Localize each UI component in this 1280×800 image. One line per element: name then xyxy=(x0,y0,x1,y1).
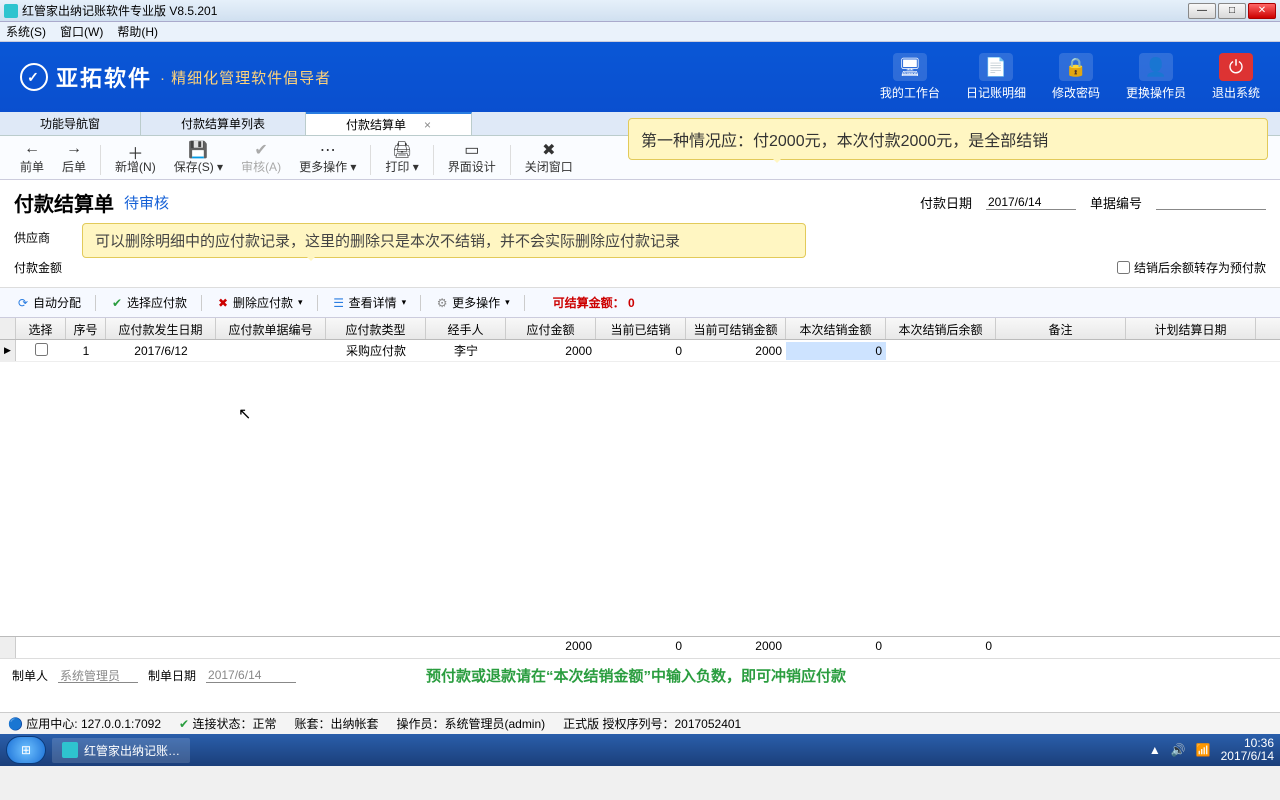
toolbar-icon: 🖨 xyxy=(392,140,412,158)
menubar: 系统(S) 窗口(W) 帮助(H) xyxy=(0,22,1280,42)
toolbar-icon: ✔ xyxy=(254,140,267,158)
delete-payable-button[interactable]: ✖删除应付款▾ xyxy=(210,292,309,313)
brand-slogan: · 精细化管理软件倡导者 xyxy=(160,67,331,88)
brand-logo: ✓ 亚拓软件 · 精细化管理软件倡导者 xyxy=(20,61,331,93)
select-payable-button[interactable]: ✔选择应付款 xyxy=(104,292,193,313)
pay-amount-label: 付款金额 xyxy=(14,259,62,276)
menu-system[interactable]: 系统(S) xyxy=(6,23,46,40)
more-actions-button[interactable]: ⚙更多操作▾ xyxy=(429,292,516,313)
header-icon: 👤 xyxy=(1139,53,1173,81)
minimize-button[interactable]: — xyxy=(1188,3,1216,19)
row-select-checkbox[interactable] xyxy=(35,343,48,356)
status-badge: 待审核 xyxy=(124,192,169,213)
toolbar-icon: 💾 xyxy=(188,140,208,158)
tab-1[interactable]: 付款结算单列表 xyxy=(141,112,306,135)
toolbar-打印[interactable]: 🖨打印 ▾ xyxy=(377,140,426,175)
taskbar-clock[interactable]: 10:36 2017/6/14 xyxy=(1221,737,1274,763)
doc-no-label: 单据编号 xyxy=(1090,193,1142,212)
tray-icon[interactable]: ▲ xyxy=(1149,743,1161,757)
header-button-1[interactable]: 📄日记账明细 xyxy=(966,53,1026,101)
header-icon: 📄 xyxy=(979,53,1013,81)
carry-balance-label: 结销后余额转存为预付款 xyxy=(1134,259,1266,276)
toolbar-更多操作[interactable]: ⋯更多操作 ▾ xyxy=(291,140,364,175)
window-titlebar: 红管家出纳记账软件专业版 V8.5.201 — □ ✕ xyxy=(0,0,1280,22)
status-bar: 🔵 应用中心: 127.0.0.1:7092 ✔ 连接状态：正常 账套：出纳帐套… xyxy=(0,712,1280,734)
app-icon xyxy=(4,4,18,18)
header-icon: 🖥 xyxy=(893,53,927,81)
auto-alloc-button[interactable]: ⟳自动分配 xyxy=(10,292,87,313)
toolbar-icon: ✖ xyxy=(542,140,555,158)
logo-icon: ✓ xyxy=(20,63,48,91)
row-indicator-icon: ▶ xyxy=(0,340,16,361)
view-detail-button[interactable]: ☰查看详情▾ xyxy=(326,292,413,313)
toolbar-前单[interactable]: ←前单 xyxy=(12,140,52,175)
toolbar-新增(N)[interactable]: ＋新增(N) xyxy=(107,140,164,175)
toolbar-关闭窗口[interactable]: ✖关闭窗口 xyxy=(517,140,581,175)
header-button-0[interactable]: 🖥我的工作台 xyxy=(880,53,940,101)
close-button[interactable]: ✕ xyxy=(1248,3,1276,19)
system-tray[interactable]: ▲ 🔊 📶 10:36 2017/6/14 xyxy=(1149,737,1274,763)
page-title: 付款结算单 xyxy=(14,188,114,217)
header-button-3[interactable]: 👤更换操作员 xyxy=(1126,53,1186,101)
maker-label: 制单人 xyxy=(12,667,48,684)
toolbar-icon: ⋯ xyxy=(320,140,336,158)
tray-icon[interactable]: 🔊 xyxy=(1171,743,1186,757)
form-panel: 付款结算单 待审核 付款日期 单据编号 供应商 可以删除明细中的应付款记录，这里… xyxy=(0,180,1280,288)
detail-grid: 选择 序号 应付款发生日期 应付款单据编号 应付款类型 经手人 应付金额 当前已… xyxy=(0,318,1280,658)
maximize-button[interactable]: □ xyxy=(1218,3,1246,19)
grid-summary-row: 2000 0 2000 0 0 xyxy=(0,636,1280,658)
license-status: 正式版 授权序列号：2017052401 xyxy=(563,715,741,732)
tooltip-callout-mid: 可以删除明细中的应付款记录，这里的删除只是本次不结销，并不会实际删除应付款记录 xyxy=(82,223,806,258)
pay-date-label: 付款日期 xyxy=(920,193,972,212)
grid-header: 选择 序号 应付款发生日期 应付款单据编号 应付款类型 经手人 应付金额 当前已… xyxy=(0,318,1280,340)
start-button[interactable]: ⊞ xyxy=(6,736,46,764)
make-date-input[interactable] xyxy=(206,668,296,683)
app-center-status: 🔵 应用中心: 127.0.0.1:7092 xyxy=(8,715,161,732)
menu-window[interactable]: 窗口(W) xyxy=(60,23,103,40)
toolbar-审核(A): ✔审核(A) xyxy=(233,140,289,175)
brand-name: 亚拓软件 xyxy=(56,61,152,93)
operator-status: 操作员：系统管理员(admin) xyxy=(396,715,545,732)
toolbar-界面设计[interactable]: ▭界面设计 xyxy=(440,140,504,175)
tab-2[interactable]: 付款结算单× xyxy=(306,112,472,135)
tray-icon[interactable]: 📶 xyxy=(1196,743,1211,757)
book-status: 账套：出纳帐套 xyxy=(294,715,378,732)
settle-amount-label: 可结算金额： 0 xyxy=(553,294,635,311)
toolbar-保存(S)[interactable]: 💾保存(S) ▾ xyxy=(166,140,231,175)
tooltip-callout-top: 第一种情况应：付2000元，本次付款2000元，是全部结销 xyxy=(628,118,1268,160)
supplier-label: 供应商 xyxy=(14,229,50,246)
toolbar-icon: → xyxy=(66,140,82,158)
header-icon: ⏻ xyxy=(1219,53,1253,81)
tab-0[interactable]: 功能导航窗 xyxy=(0,112,141,135)
toolbar-后单[interactable]: →后单 xyxy=(54,140,94,175)
carry-balance-checkbox[interactable] xyxy=(1117,261,1130,274)
tab-close-icon[interactable]: × xyxy=(424,118,431,132)
footer-hint: 预付款或退款请在“本次结销金额”中输入负数，即可冲销应付款 xyxy=(426,665,846,686)
grid-toolbar: ⟳自动分配 ✔选择应付款 ✖删除应付款▾ ☰查看详情▾ ⚙更多操作▾ 可结算金额… xyxy=(0,288,1280,318)
main-toolbar: 第一种情况应：付2000元，本次付款2000元，是全部结销 ←前单→后单＋新增(… xyxy=(0,136,1280,180)
windows-taskbar: ⊞ 红管家出纳记账… ▲ 🔊 📶 10:36 2017/6/14 xyxy=(0,734,1280,766)
footer-panel: 制单人 制单日期 预付款或退款请在“本次结销金额”中输入负数，即可冲销应付款 xyxy=(0,658,1280,692)
taskbar-app[interactable]: 红管家出纳记账… xyxy=(52,738,190,763)
menu-help[interactable]: 帮助(H) xyxy=(117,23,158,40)
window-title: 红管家出纳记账软件专业版 V8.5.201 xyxy=(22,2,1188,19)
header-icon: 🔒 xyxy=(1059,53,1093,81)
app-header: ✓ 亚拓软件 · 精细化管理软件倡导者 🖥我的工作台 📄日记账明细 🔒修改密码 👤更换… xyxy=(0,42,1280,112)
make-date-label: 制单日期 xyxy=(148,667,196,684)
pay-date-input[interactable] xyxy=(986,195,1076,210)
table-row[interactable]: ▶ 1 2017/6/12 采购应付款 李宁 2000 0 2000 0 xyxy=(0,340,1280,362)
this-settle-amount-cell[interactable]: 0 xyxy=(786,342,886,360)
connection-status: ✔ 连接状态：正常 xyxy=(179,715,276,732)
header-button-4[interactable]: ⏻退出系统 xyxy=(1212,53,1260,101)
toolbar-icon: ▭ xyxy=(464,140,479,158)
maker-input[interactable] xyxy=(58,668,138,683)
header-button-2[interactable]: 🔒修改密码 xyxy=(1052,53,1100,101)
toolbar-icon: ＋ xyxy=(127,140,143,158)
toolbar-icon: ← xyxy=(24,140,40,158)
doc-no-input[interactable] xyxy=(1156,195,1266,210)
